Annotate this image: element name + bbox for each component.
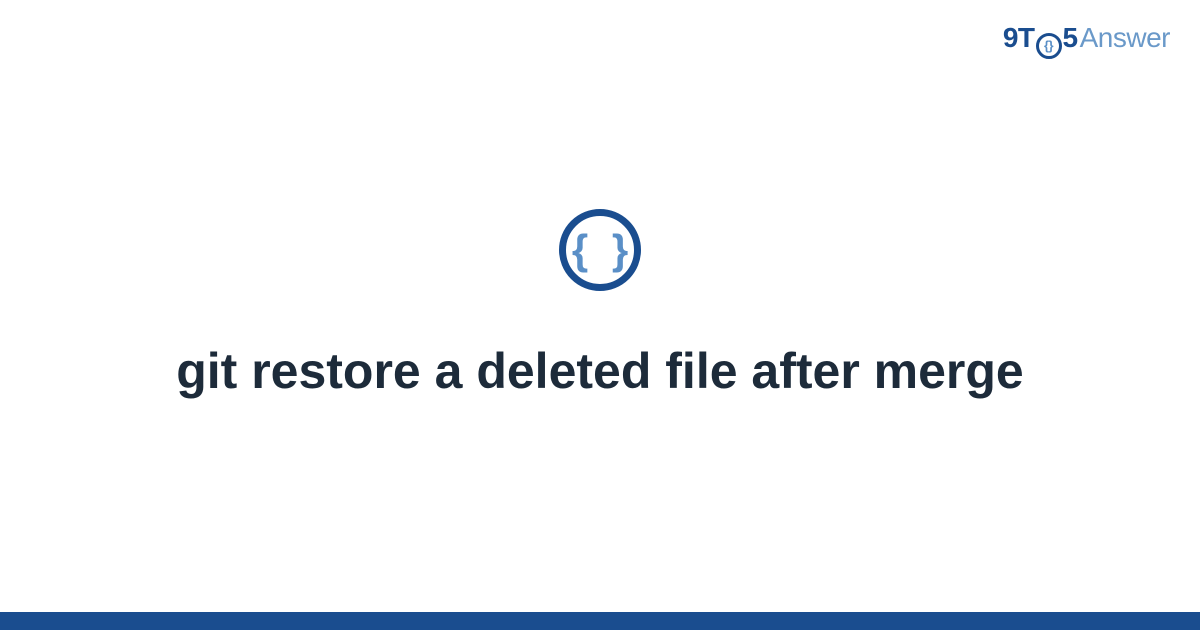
page-title: git restore a deleted file after merge xyxy=(176,339,1024,404)
main-content: { } git restore a deleted file after mer… xyxy=(0,0,1200,612)
category-icon-circle: { } xyxy=(559,209,641,291)
footer-accent-bar xyxy=(0,612,1200,630)
code-braces-icon: { } xyxy=(572,229,634,271)
